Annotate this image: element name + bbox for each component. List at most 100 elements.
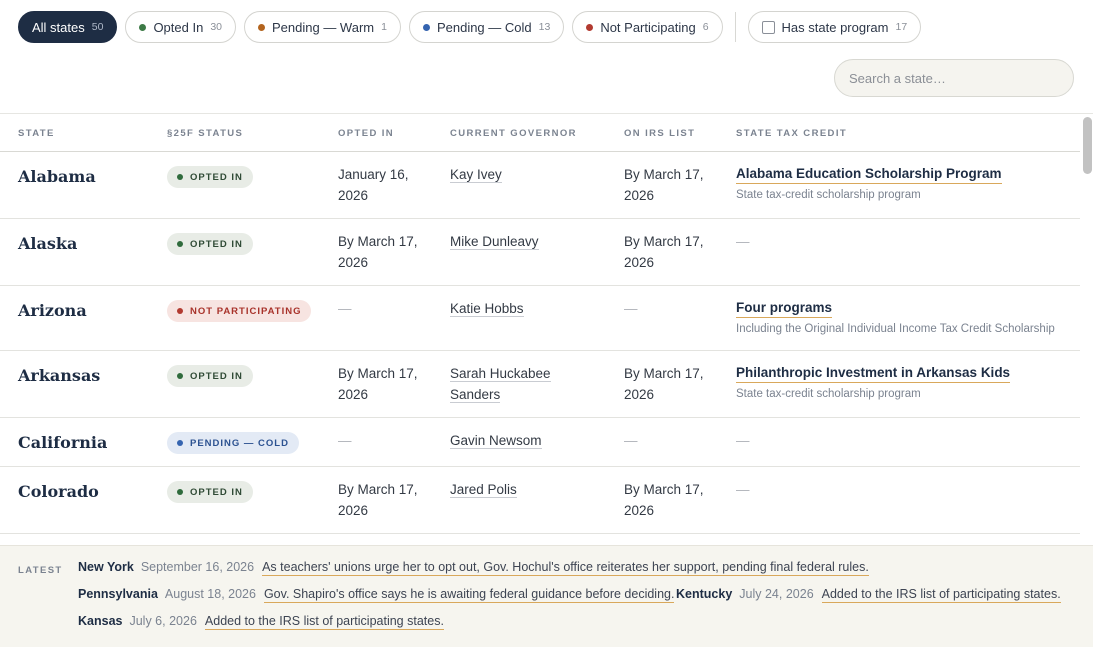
status-dot-icon — [177, 440, 183, 446]
filter-label: Pending — Warm — [272, 19, 375, 35]
scrollbar-track[interactable] — [1081, 114, 1093, 544]
news-state: New York — [78, 560, 134, 574]
state-name: California — [18, 433, 108, 452]
irs-list-date: — — [624, 433, 638, 448]
filter-bar: All states 50 Opted In 30 Pending — Warm… — [18, 11, 929, 43]
filter-count: 6 — [702, 21, 709, 33]
checkbox-icon[interactable] — [761, 20, 775, 34]
filter-label: All states — [32, 19, 85, 35]
states-table: State §25F Status Opted In Current Gover… — [0, 114, 1080, 534]
governor-link[interactable]: Kay Ivey — [450, 167, 502, 183]
status-dot-icon — [177, 489, 183, 495]
status-badge: Pending — Cold — [167, 432, 299, 454]
credit-program-link[interactable]: Four programs — [736, 299, 833, 318]
status-dot-icon — [258, 23, 265, 31]
status-badge: Opted In — [167, 166, 253, 188]
table-row[interactable]: Alabama Opted In January 16, 2026 Kay Iv… — [0, 152, 1080, 219]
irs-list-date: By March 17, 2026 — [624, 234, 704, 270]
opted-in-date: January 16, 2026 — [338, 167, 409, 203]
column-header-governor: Current Governor — [450, 128, 577, 139]
news-item: New York September 16, 2026 As teachers'… — [78, 560, 869, 576]
credit-program-description: State tax-credit scholarship program — [736, 189, 921, 201]
governor-cell: Sarah Huckabee Sanders — [450, 363, 600, 405]
news-link[interactable]: As teachers' unions urge her to opt out,… — [262, 560, 869, 576]
opted-in-date: — — [338, 301, 352, 316]
news-state: Kansas — [78, 614, 123, 628]
irs-list-date: By March 17, 2026 — [624, 482, 704, 518]
opted-in-date: By March 17, 2026 — [338, 366, 418, 402]
filter-chip-pending-cold[interactable]: Pending — Cold 13 — [408, 11, 565, 43]
credit-program-description: State tax-credit scholarship program — [736, 388, 921, 400]
filter-divider — [734, 12, 736, 42]
news-link[interactable]: Added to the IRS list of participating s… — [204, 614, 444, 630]
opted-in-date: — — [338, 433, 352, 448]
filter-count: 17 — [895, 21, 908, 33]
status-badge: Opted In — [167, 365, 253, 387]
filter-count: 1 — [381, 21, 387, 33]
state-name: Alaska — [18, 234, 78, 253]
status-label: Opted In — [190, 486, 243, 498]
state-tax-credit: Philanthropic Investment in Arkansas Kid… — [736, 364, 1076, 402]
status-label: Not Participating — [190, 305, 302, 317]
news-item: Kansas July 6, 2026 Added to the IRS lis… — [78, 614, 444, 630]
filter-count: 13 — [538, 21, 551, 33]
filter-label: Pending — Cold — [436, 19, 532, 35]
governor-cell: Kay Ivey — [450, 164, 600, 185]
state-tax-credit: Four programs Including the Original Ind… — [736, 299, 1076, 337]
news-state: Pennsylvania — [78, 587, 158, 601]
filter-chip-pending-warm[interactable]: Pending — Warm 1 — [244, 11, 401, 43]
table-row[interactable]: Alaska Opted In By March 17, 2026 Mike D… — [0, 219, 1080, 286]
status-dot-icon — [177, 174, 183, 180]
governor-link[interactable]: Gavin Newsom — [450, 433, 542, 449]
table-header: State §25F Status Opted In Current Gover… — [0, 114, 1080, 152]
column-header-state: State — [18, 128, 55, 139]
table-row[interactable]: Arizona Not Participating — Katie Hobbs … — [0, 286, 1080, 351]
filter-label: Not Participating — [600, 19, 696, 35]
governor-cell: Mike Dunleavy — [450, 231, 600, 252]
governor-link[interactable]: Jared Polis — [450, 482, 517, 498]
news-link[interactable]: Gov. Shapiro's office says he is awaitin… — [263, 587, 675, 603]
column-header-status: §25F Status — [167, 128, 244, 139]
status-dot-icon — [422, 23, 430, 31]
filter-label: Opted In — [153, 19, 204, 35]
irs-list-date: — — [624, 301, 638, 316]
credit-program-link[interactable]: Alabama Education Scholarship Program — [736, 165, 1002, 184]
status-badge: Opted In — [167, 233, 253, 255]
status-dot-icon — [177, 373, 183, 379]
state-name: Alabama — [18, 167, 96, 186]
news-item: Pennsylvania August 18, 2026 Gov. Shapir… — [78, 587, 675, 603]
status-label: Opted In — [190, 238, 243, 250]
state-name: Arkansas — [18, 366, 101, 385]
governor-link[interactable]: Katie Hobbs — [450, 301, 524, 317]
filter-chip-all-states[interactable]: All states 50 — [18, 11, 118, 43]
empty-value: — — [736, 433, 750, 448]
news-date: July 24, 2026 — [739, 587, 814, 601]
governor-link[interactable]: Sarah Huckabee Sanders — [450, 366, 551, 403]
table-row[interactable]: Colorado Opted In By March 17, 2026 Jare… — [0, 467, 1080, 534]
status-badge: Not Participating — [167, 300, 312, 322]
table-row[interactable]: California Pending — Cold — Gavin Newsom… — [0, 418, 1080, 467]
filter-chip-not-participating[interactable]: Not Participating 6 — [572, 11, 723, 43]
status-dot-icon — [177, 308, 183, 314]
news-link[interactable]: Added to the IRS list of participating s… — [821, 587, 1061, 603]
scrollbar-thumb[interactable] — [1083, 117, 1092, 174]
news-state: Kentucky — [676, 587, 733, 601]
empty-value: — — [736, 482, 750, 497]
state-tax-credit: Alabama Education Scholarship Program St… — [736, 165, 1076, 203]
opted-in-date: By March 17, 2026 — [338, 234, 418, 270]
column-header-opted-in: Opted In — [338, 128, 395, 139]
credit-program-description: Including the Original Individual Income… — [736, 323, 1055, 335]
irs-list-date: By March 17, 2026 — [624, 366, 704, 402]
status-label: Pending — Cold — [190, 437, 289, 449]
table-row[interactable]: Arkansas Opted In By March 17, 2026 Sara… — [0, 351, 1080, 418]
empty-value: — — [736, 234, 750, 249]
latest-updates-panel: Latest New York September 16, 2026 As te… — [0, 545, 1093, 647]
search-input[interactable] — [834, 59, 1074, 97]
news-item: Kentucky July 24, 2026 Added to the IRS … — [676, 587, 1061, 603]
filter-chip-opted-in[interactable]: Opted In 30 — [125, 11, 236, 43]
credit-program-link[interactable]: Philanthropic Investment in Arkansas Kid… — [736, 364, 1011, 383]
news-date: September 16, 2026 — [140, 560, 255, 574]
governor-cell: Katie Hobbs — [450, 298, 600, 319]
governor-link[interactable]: Mike Dunleavy — [450, 234, 539, 250]
filter-chip-has-state-program[interactable]: Has state program 17 — [747, 11, 922, 43]
